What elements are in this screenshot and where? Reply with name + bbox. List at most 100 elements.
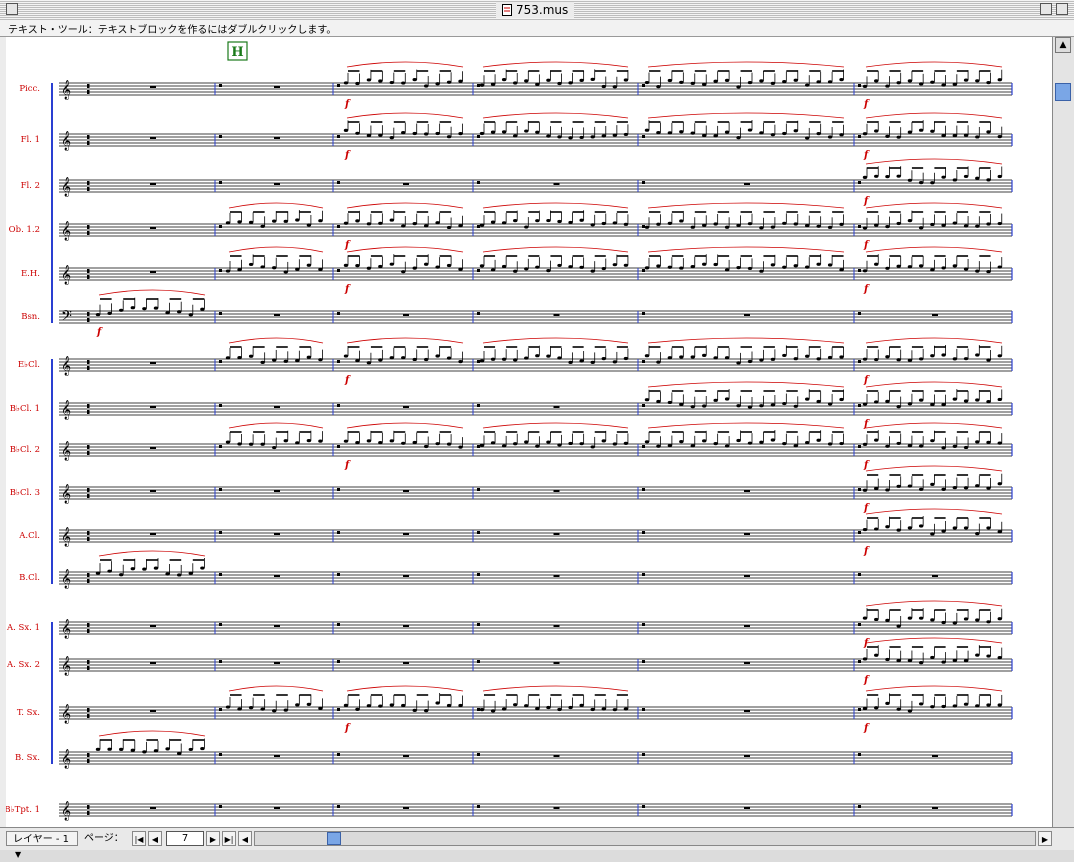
note-head (896, 659, 901, 663)
note-head (907, 658, 913, 663)
last-page-button[interactable]: ▶| (222, 831, 236, 846)
note-head (401, 703, 406, 708)
previous-page-button[interactable]: ◀ (148, 831, 162, 846)
staff-system[interactable]: T. Sx. 𝄞 f f (17, 685, 1013, 734)
note-head (435, 221, 440, 225)
note-head (941, 704, 946, 709)
slur (865, 465, 1003, 472)
horizontal-scroll-thumb[interactable] (327, 832, 341, 845)
time-signature-mark (477, 445, 480, 448)
note-head (793, 264, 798, 268)
staff-system[interactable]: A. Sx. 1 𝄞f (6, 600, 1013, 649)
note-head (260, 707, 265, 711)
note-head (918, 444, 924, 448)
note-head (930, 402, 935, 407)
time-signature-mark (858, 488, 861, 491)
staff-system[interactable]: B♭Tpt. 1 𝄞 (6, 801, 1013, 821)
time-signature-mark (642, 708, 645, 711)
note-head (986, 81, 991, 85)
note-head (963, 78, 969, 82)
measure-rest (150, 625, 156, 627)
staff-system[interactable]: Ob. 1.2 𝄞 f f (9, 202, 1013, 251)
time-signature-mark (219, 225, 222, 228)
time-signature-mark (858, 225, 861, 228)
close-box-icon[interactable] (6, 3, 18, 15)
slur (647, 337, 845, 344)
note-head (724, 444, 730, 448)
note-head (907, 444, 913, 448)
measure-rest (150, 710, 156, 712)
measure-rest (553, 807, 560, 809)
vertical-scrollbar[interactable]: ▲ (1052, 37, 1074, 827)
note-head (513, 703, 518, 707)
staff-system[interactable]: Fl. 1 𝄞 f f (21, 112, 1013, 161)
scroll-up-arrow-icon[interactable]: ▲ (1055, 37, 1071, 53)
time-signature-mark (87, 811, 90, 815)
note-head (446, 263, 452, 268)
note-head (839, 355, 844, 359)
measure-rest (150, 227, 156, 229)
time-signature-mark (337, 181, 340, 184)
note-head (782, 80, 787, 84)
note-head (793, 222, 798, 226)
note-head (401, 270, 406, 274)
scroll-right-arrow-button[interactable]: ▶ (1038, 831, 1052, 846)
title-bar[interactable]: 753.mus (0, 0, 1074, 21)
staff-system[interactable]: E.H. 𝄞 f f (21, 246, 1013, 295)
measure-rest (744, 533, 750, 535)
staff-system[interactable]: E♭Cl. 𝄞 f f (18, 337, 1013, 386)
collapse-box-icon[interactable] (1056, 3, 1068, 15)
slur (482, 337, 629, 344)
note-head (816, 438, 821, 442)
measure-rest (744, 662, 750, 664)
layer-popup-button[interactable]: レイヤー - 1 ▼ (6, 831, 78, 859)
staff-system[interactable]: B. Sx. 𝄞 (15, 730, 1013, 769)
time-signature-mark (219, 404, 222, 407)
staff-system[interactable]: B♭Cl. 2 𝄞 f f (10, 422, 1013, 471)
note-head (874, 438, 879, 442)
next-page-button[interactable]: ▶ (206, 831, 220, 846)
note-head (679, 355, 684, 359)
instrument-label: Fl. 2 (21, 181, 40, 191)
staff-system[interactable]: A. Sx. 2 𝄞 f (6, 637, 1013, 686)
time-signature-mark (219, 805, 222, 808)
slur (482, 61, 629, 68)
score-canvas[interactable]: H Picc. 𝄞 f f Fl. 1 𝄞 f f Fl. 2 𝄞 f Ob. 1.2 𝄞 f f E.H. 𝄞 f… (6, 37, 1052, 827)
note-head (885, 399, 890, 403)
note-head (907, 219, 913, 223)
note-head (446, 356, 452, 360)
staff-system[interactable]: A.Cl. 𝄞 f (18, 508, 1013, 557)
horizontal-scrollbar[interactable] (254, 831, 1036, 846)
measure-rest (932, 807, 938, 809)
note-head (896, 404, 901, 409)
note-head (188, 313, 193, 317)
note-head (401, 356, 406, 360)
time-signature-mark (87, 366, 90, 370)
first-page-button[interactable]: |◀ (132, 831, 146, 846)
note-head (524, 356, 529, 360)
vertical-scroll-thumb[interactable] (1055, 83, 1071, 101)
time-signature-mark (337, 312, 340, 315)
score-svg[interactable]: H Picc. 𝄞 f f Fl. 1 𝄞 f f Fl. 2 𝄞 f Ob. 1.2 𝄞 f f E.H. 𝄞 f… (6, 37, 1052, 827)
time-signature-mark (87, 135, 90, 139)
staff-system[interactable]: Bsn. 𝄢 f (21, 289, 1013, 338)
note-head (306, 263, 312, 267)
note-head (997, 656, 1002, 660)
note-head (997, 265, 1002, 269)
note-head (667, 221, 673, 225)
scroll-left-arrow-button[interactable]: ◀ (238, 831, 252, 846)
note-head (907, 130, 913, 134)
measure-rest (274, 183, 280, 185)
staff-system[interactable]: B♭Cl. 3 𝄞 f (10, 465, 1013, 514)
page-number-field[interactable]: 7 (166, 831, 204, 846)
zoom-box-icon[interactable] (1040, 3, 1052, 15)
note-head (590, 223, 595, 227)
note-head (827, 263, 833, 267)
note-head (644, 128, 650, 132)
staff-system[interactable]: Fl. 2 𝄞 f (21, 158, 1013, 207)
staff-system[interactable]: B♭Cl. 1 𝄞 f (10, 381, 1013, 430)
staff-system[interactable]: Picc. 𝄞 f f (19, 61, 1013, 110)
note-head (295, 441, 300, 445)
note-head (318, 358, 323, 362)
time-signature-mark (642, 312, 645, 315)
